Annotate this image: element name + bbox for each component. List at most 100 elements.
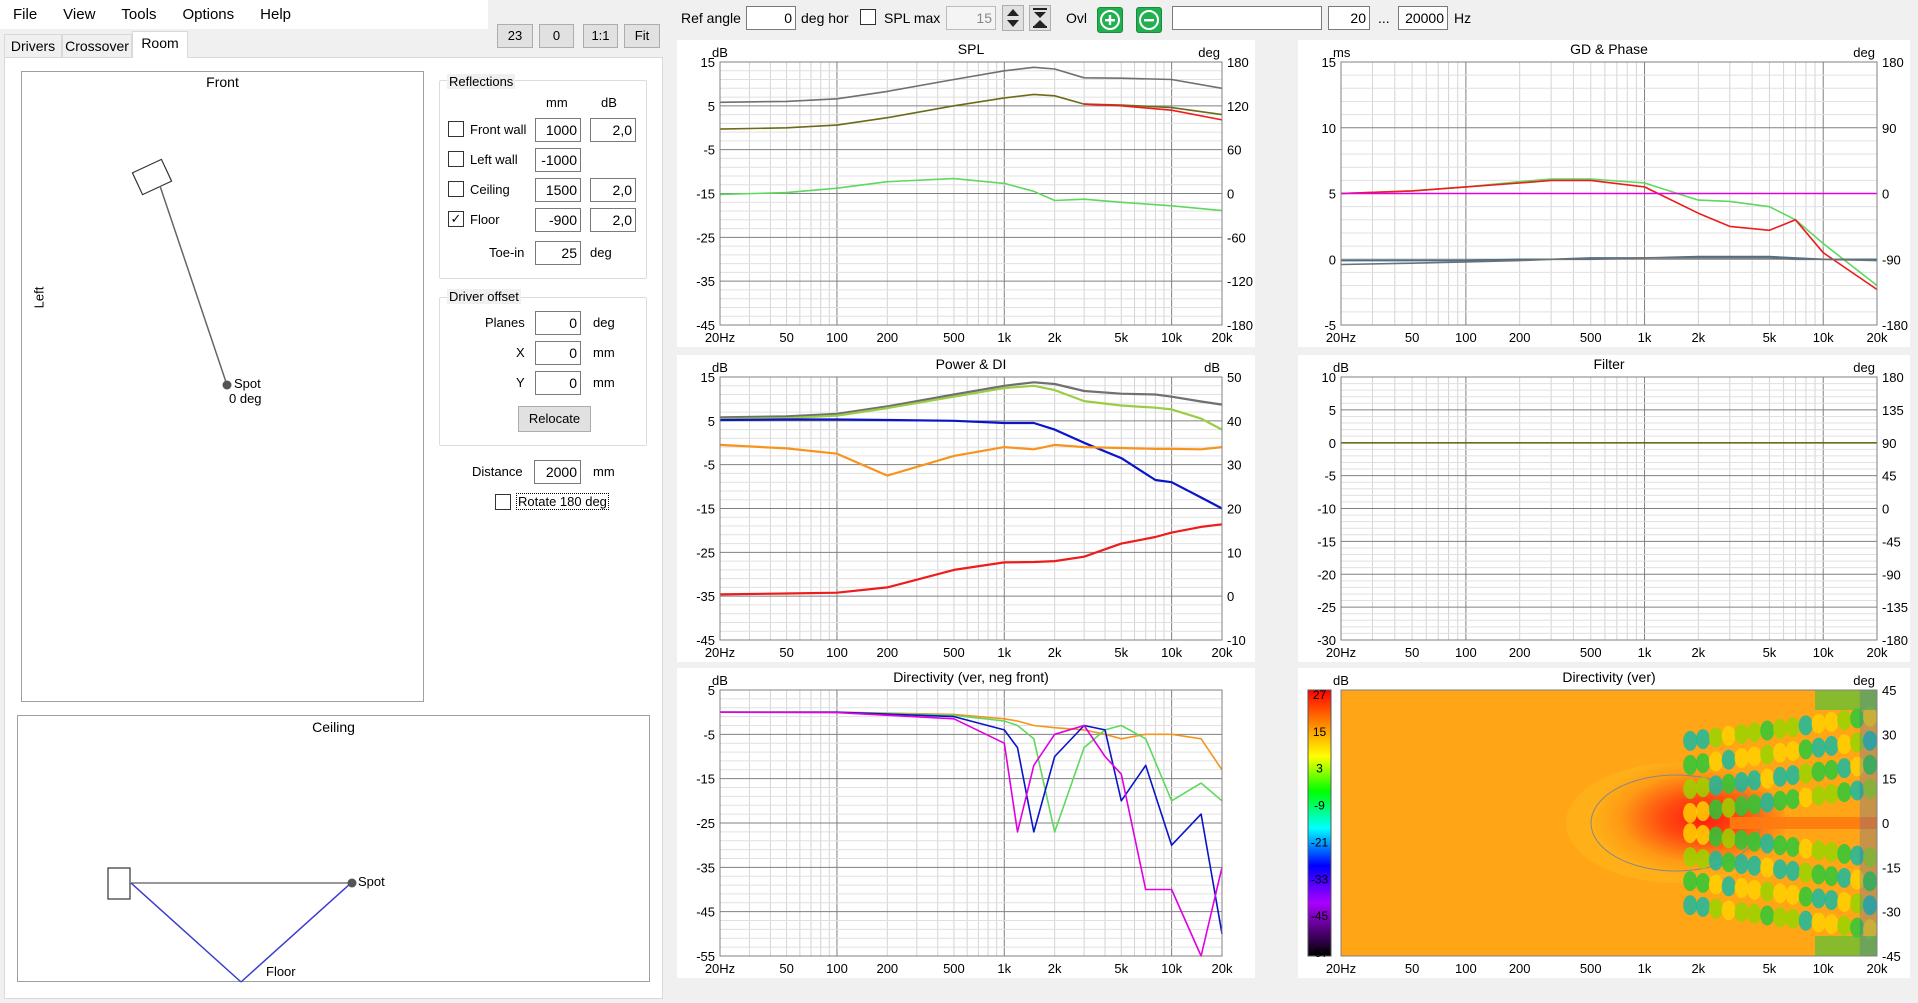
speaker-box-side[interactable] bbox=[107, 867, 131, 900]
colorbar-tick-label: 15 bbox=[1313, 725, 1327, 739]
y2-tick-label: 0 bbox=[1882, 816, 1889, 831]
freq-max-input[interactable]: 20000 bbox=[1398, 6, 1448, 30]
y2-tick-label: 0 bbox=[1227, 187, 1234, 202]
y-tick-label: -25 bbox=[696, 545, 715, 560]
side-view-drawing bbox=[107, 867, 357, 983]
toe-in-input[interactable]: 25 bbox=[535, 241, 581, 265]
filter-chart[interactable]: Filter dB deg 10 5 0 -5 -10 -15 -20 -25 -30 180 135 90… bbox=[1298, 355, 1910, 662]
relocate-button[interactable]: Relocate bbox=[518, 406, 591, 432]
distance-input[interactable]: 2000 bbox=[534, 460, 581, 484]
y2-tick-label: 180 bbox=[1227, 55, 1249, 70]
menu-file[interactable]: File bbox=[0, 0, 50, 29]
directivity-heatmap-chart[interactable]: Directivity (ver) dB deg 45 30 15 0 -15 -30 -45 20… bbox=[1298, 668, 1910, 978]
overlay-name-input[interactable] bbox=[1172, 6, 1322, 30]
menu-options[interactable]: Options bbox=[169, 0, 247, 29]
x-tick-label: 500 bbox=[1580, 645, 1602, 660]
tab-room[interactable]: Room bbox=[132, 31, 188, 58]
x-tick-label: 20Hz bbox=[705, 961, 735, 976]
tab-drivers[interactable]: Drivers bbox=[4, 34, 62, 58]
reflection-db-input-0[interactable]: 2,0 bbox=[590, 118, 636, 142]
x-tick-label: 20Hz bbox=[705, 330, 735, 345]
distance-label: Distance bbox=[472, 464, 523, 479]
y-unit-label: dB bbox=[1333, 673, 1349, 688]
overlay-remove-button[interactable] bbox=[1136, 7, 1162, 33]
speaker-box-front[interactable] bbox=[131, 158, 173, 196]
y-tick-label: 15 bbox=[1322, 55, 1336, 70]
x-tick-label: 100 bbox=[1455, 645, 1477, 660]
x-tick-label: 10k bbox=[1813, 961, 1834, 976]
colorbar-tick-label: -45 bbox=[1311, 909, 1329, 923]
y-tick-label: -5 bbox=[703, 143, 715, 158]
y-input[interactable]: 0 bbox=[535, 371, 581, 395]
freq-min-input[interactable]: 20 bbox=[1328, 6, 1370, 30]
reflection-db-input-3[interactable]: 2,0 bbox=[590, 208, 636, 232]
x-tick-label: 10k bbox=[1161, 645, 1182, 660]
x-tick-label: 50 bbox=[779, 645, 793, 660]
reflection-checkbox-2[interactable] bbox=[448, 181, 464, 197]
x-tick-label: 20k bbox=[1867, 961, 1888, 976]
gd-phase-chart[interactable]: GD & Phase ms deg 15 10 5 0 -5 180 90 0 -90 -180 20Hz… bbox=[1298, 40, 1910, 347]
ref-angle-input[interactable]: 0 bbox=[746, 6, 796, 30]
chart-svg: GD & Phasems deg151050-5180900-90-18020Hz… bbox=[1322, 41, 1909, 345]
spl-chart[interactable]: SPL dB deg 15 5 -5 -15 -25 -35 -45 180 120 60 0 -60 -12… bbox=[677, 40, 1255, 347]
front-view-pane[interactable]: Front Left Spot 0 deg bbox=[21, 71, 424, 702]
view-zero-button[interactable]: 0 bbox=[539, 24, 574, 48]
ceiling-spot-marker[interactable] bbox=[347, 878, 357, 888]
reflection-mm-input-0[interactable]: 1000 bbox=[535, 118, 581, 142]
directivity-line-chart[interactable]: Directivity (ver, neg front) dB 5 -5 -15 -25-… bbox=[677, 668, 1255, 978]
y-tick-label: -25 bbox=[696, 230, 715, 245]
planes-input[interactable]: 0 bbox=[535, 311, 581, 335]
y2-tick-label: 180 bbox=[1882, 55, 1904, 70]
spl-max-spinner[interactable] bbox=[1002, 5, 1024, 31]
power-di-chart[interactable]: Power & DI dB dB 15 5 -5 -15 -25 -35 -45 50 40 30 20 1… bbox=[677, 355, 1255, 662]
spot-label: Spot bbox=[234, 376, 261, 391]
y-tick-label: -15 bbox=[696, 772, 715, 787]
reflections-title: Reflections bbox=[447, 74, 516, 89]
y2-tick-label: 15 bbox=[1882, 772, 1896, 787]
x-tick-label: 2k bbox=[1048, 961, 1062, 976]
tab-crossover[interactable]: Crossover bbox=[62, 34, 132, 58]
x-tick-label: 200 bbox=[876, 645, 898, 660]
y-tick-label: -20 bbox=[1317, 567, 1336, 582]
view-angle-button[interactable]: 23 bbox=[497, 24, 533, 48]
colorbar-tick-label: -21 bbox=[1311, 835, 1329, 849]
reflection-mm-input-2[interactable]: 1500 bbox=[535, 178, 581, 202]
menu-view[interactable]: View bbox=[50, 0, 108, 29]
reflection-label-3: Floor bbox=[470, 212, 500, 227]
chart-title: Power & DI bbox=[936, 356, 1007, 372]
y-tick-label: 5 bbox=[708, 683, 715, 698]
menu-help[interactable]: Help bbox=[247, 0, 304, 29]
col-mm-header: mm bbox=[546, 95, 568, 110]
overlay-add-button[interactable] bbox=[1097, 7, 1123, 33]
spl-max-checkbox[interactable] bbox=[860, 9, 876, 25]
rotate-checkbox[interactable] bbox=[495, 494, 511, 510]
side-view-pane[interactable]: Ceiling Spot Floor bbox=[17, 715, 650, 983]
series-line-blue bbox=[719, 418, 1223, 510]
y2-tick-label: 0 bbox=[1882, 502, 1889, 517]
reflection-checkbox-0[interactable] bbox=[448, 121, 464, 137]
collapse-button[interactable] bbox=[1029, 5, 1051, 31]
x-tick-label: 5k bbox=[1763, 330, 1777, 345]
spl-max-input[interactable]: 15 bbox=[946, 6, 996, 30]
reflection-mm-input-3[interactable]: -900 bbox=[535, 208, 581, 232]
x-tick-label: 5k bbox=[1114, 645, 1128, 660]
chart-title: SPL bbox=[958, 41, 985, 57]
reflection-mm-input-1[interactable]: -1000 bbox=[535, 148, 581, 172]
series-line-red bbox=[1340, 179, 1878, 291]
menu-tools[interactable]: Tools bbox=[108, 0, 169, 29]
reflection-db-input-2[interactable]: 2,0 bbox=[590, 178, 636, 202]
reflection-checkbox-1[interactable] bbox=[448, 151, 464, 167]
x-tick-label: 500 bbox=[1580, 330, 1602, 345]
x-tick-label: 1k bbox=[1638, 330, 1652, 345]
view-fit-button[interactable]: Fit bbox=[624, 24, 660, 48]
x-tick-label: 200 bbox=[1509, 961, 1531, 976]
y2-tick-label: 45 bbox=[1882, 469, 1896, 484]
view-1to1-button[interactable]: 1:1 bbox=[583, 24, 618, 48]
x-tick-label: 50 bbox=[779, 330, 793, 345]
spot-marker[interactable] bbox=[222, 380, 232, 390]
front-view-drawing bbox=[131, 158, 232, 390]
reflection-checkbox-3[interactable]: ✓ bbox=[448, 211, 464, 227]
x-input[interactable]: 0 bbox=[535, 341, 581, 365]
y-unit: mm bbox=[593, 375, 615, 390]
x-tick-label: 50 bbox=[1405, 330, 1419, 345]
